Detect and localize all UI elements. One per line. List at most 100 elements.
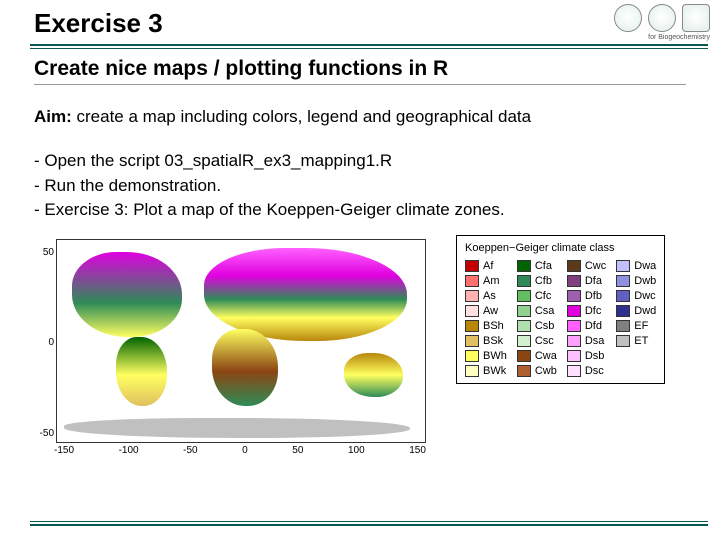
legend-label: ET bbox=[634, 335, 648, 347]
legend-swatch bbox=[465, 335, 479, 347]
legend-item: BWh bbox=[465, 350, 507, 362]
x-tick: 100 bbox=[348, 445, 365, 467]
legend-label: Cfc bbox=[535, 290, 552, 302]
legend-item: EF bbox=[616, 320, 656, 332]
legend-label: Cwc bbox=[585, 260, 606, 272]
legend-swatch bbox=[517, 260, 531, 272]
org-caption: for Biogeochemistry bbox=[590, 34, 710, 41]
legend-swatch bbox=[567, 320, 581, 332]
legend-swatch bbox=[567, 260, 581, 272]
legend-item: Dwb bbox=[616, 275, 656, 287]
x-tick: -50 bbox=[183, 445, 197, 467]
org-logos bbox=[614, 4, 710, 32]
legend-label: Dfb bbox=[585, 290, 602, 302]
step-item: - Open the script 03_spatialR_ex3_mappin… bbox=[34, 149, 686, 174]
legend-label: BWh bbox=[483, 350, 507, 362]
legend-label: Dwa bbox=[634, 260, 656, 272]
legend-item: Csb bbox=[517, 320, 557, 332]
legend-column: Cwc Dfa Dfb Dfc Dfd Dsa Dsb Dsc bbox=[567, 260, 606, 377]
legend-item: Dwc bbox=[616, 290, 656, 302]
legend-label: Am bbox=[483, 275, 500, 287]
legend-label: Csa bbox=[535, 305, 555, 317]
legend-label: Dsc bbox=[585, 365, 604, 377]
legend-swatch bbox=[616, 290, 630, 302]
y-tick: -50 bbox=[34, 428, 54, 439]
legend-column: Cfa Cfb Cfc Csa Csb Csc Cwa Cwb bbox=[517, 260, 557, 377]
legend-label: Dfa bbox=[585, 275, 602, 287]
aim-text: create a map including colors, legend an… bbox=[72, 107, 531, 126]
legend-item: Cwa bbox=[517, 350, 557, 362]
legend-label: BWk bbox=[483, 365, 506, 377]
map-legend: Koeppen−Geiger climate class AfAmAsAwBSh… bbox=[456, 235, 665, 384]
legend-item: As bbox=[465, 290, 507, 302]
x-tick: 0 bbox=[242, 445, 248, 467]
legend-item: Am bbox=[465, 275, 507, 287]
legend-item: BSk bbox=[465, 335, 507, 347]
step-item: - Exercise 3: Plot a map of the Koeppen-… bbox=[34, 198, 686, 223]
logo-round-2 bbox=[648, 4, 676, 32]
legend-item: Dsa bbox=[567, 335, 606, 347]
legend-item: Aw bbox=[465, 305, 507, 317]
legend-column: Dwa Dwb Dwc Dwd EF ET bbox=[616, 260, 656, 377]
legend-label: Dfc bbox=[585, 305, 602, 317]
legend-label: BSk bbox=[483, 335, 503, 347]
legend-swatch bbox=[616, 275, 630, 287]
legend-swatch bbox=[465, 365, 479, 377]
legend-item: Af bbox=[465, 260, 507, 272]
legend-swatch bbox=[465, 260, 479, 272]
slide-subtitle: Create nice maps / plotting functions in… bbox=[34, 57, 686, 85]
legend-item: Csc bbox=[517, 335, 557, 347]
legend-swatch bbox=[517, 350, 531, 362]
legend-swatch bbox=[567, 290, 581, 302]
legend-label: Af bbox=[483, 260, 493, 272]
legend-item: BSh bbox=[465, 320, 507, 332]
legend-label: Dfd bbox=[585, 320, 602, 332]
x-tick: 50 bbox=[292, 445, 303, 467]
x-axis: -150 -100 -50 0 50 100 150 bbox=[54, 445, 426, 467]
legend-swatch bbox=[616, 305, 630, 317]
x-tick: 150 bbox=[409, 445, 426, 467]
legend-column: Af Am As Aw BSh BSk BWh BWk bbox=[465, 260, 507, 377]
legend-item: Cfb bbox=[517, 275, 557, 287]
header-rule bbox=[30, 44, 708, 49]
x-tick: -100 bbox=[119, 445, 139, 467]
legend-swatch bbox=[616, 260, 630, 272]
legend-item: Dwd bbox=[616, 305, 656, 317]
steps-list: - Open the script 03_spatialR_ex3_mappin… bbox=[34, 149, 686, 223]
aim-line: Aim: create a map including colors, lege… bbox=[34, 107, 686, 127]
legend-label: BSh bbox=[483, 320, 504, 332]
legend-item: Dwa bbox=[616, 260, 656, 272]
legend-swatch bbox=[567, 350, 581, 362]
legend-label: EF bbox=[634, 320, 648, 332]
legend-label: Dwb bbox=[634, 275, 656, 287]
logo-square bbox=[682, 4, 710, 32]
legend-item: Dfc bbox=[567, 305, 606, 317]
legend-label: Aw bbox=[483, 305, 498, 317]
legend-swatch bbox=[517, 365, 531, 377]
legend-item: Dfb bbox=[567, 290, 606, 302]
legend-swatch bbox=[465, 305, 479, 317]
legend-swatch bbox=[567, 335, 581, 347]
legend-swatch bbox=[465, 290, 479, 302]
y-tick: 0 bbox=[34, 337, 54, 348]
legend-label: Cfa bbox=[535, 260, 552, 272]
legend-swatch bbox=[465, 350, 479, 362]
legend-swatch bbox=[517, 275, 531, 287]
legend-swatch bbox=[465, 275, 479, 287]
aim-label: Aim: bbox=[34, 107, 72, 126]
x-tick: -150 bbox=[54, 445, 74, 467]
legend-item: Dsb bbox=[567, 350, 606, 362]
legend-label: Csb bbox=[535, 320, 555, 332]
legend-label: Cwb bbox=[535, 365, 557, 377]
legend-item: Dfd bbox=[567, 320, 606, 332]
map-plot: 50 0 -50 -150 -100 -50 0 bbox=[34, 235, 426, 467]
legend-item: Cwc bbox=[567, 260, 606, 272]
legend-swatch bbox=[517, 290, 531, 302]
legend-swatch bbox=[616, 335, 630, 347]
legend-label: As bbox=[483, 290, 496, 302]
legend-label: Cfb bbox=[535, 275, 552, 287]
legend-item: ET bbox=[616, 335, 656, 347]
legend-item: Dsc bbox=[567, 365, 606, 377]
legend-swatch bbox=[517, 305, 531, 317]
legend-swatch bbox=[567, 365, 581, 377]
